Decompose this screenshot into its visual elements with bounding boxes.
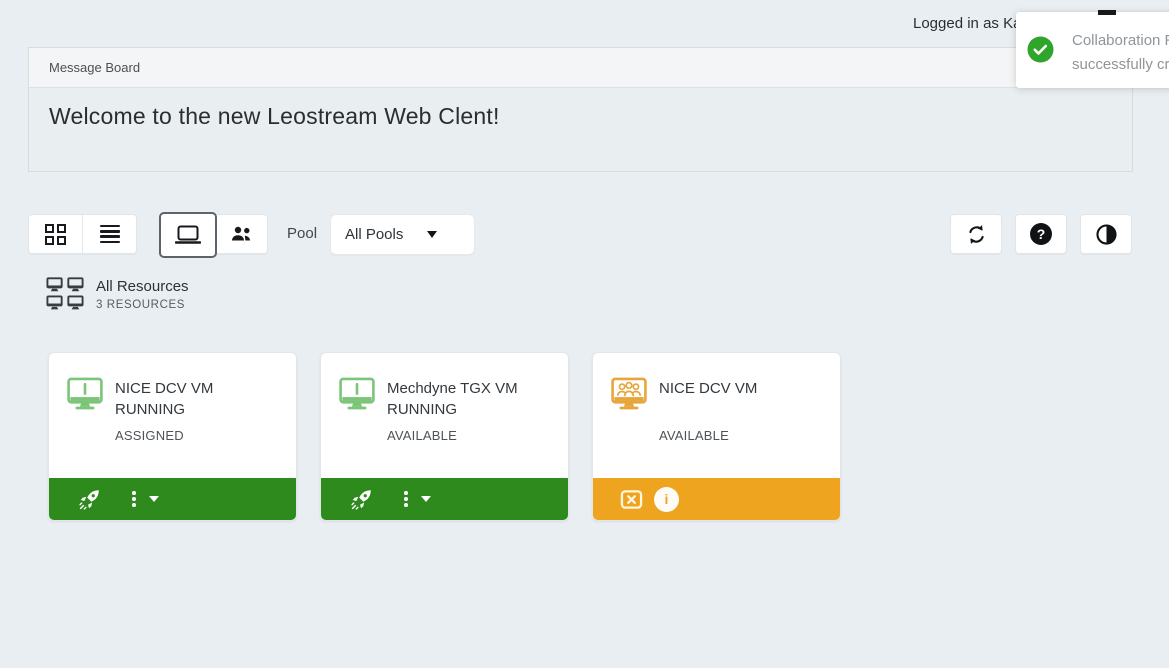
resource-status: AVAILABLE bbox=[387, 428, 518, 443]
resource-type-group bbox=[160, 214, 268, 254]
resource-card-text: NICE DCV VM AVAILABLE bbox=[659, 378, 757, 443]
resource-status: ASSIGNED bbox=[115, 428, 213, 443]
users-view-button[interactable] bbox=[214, 215, 267, 253]
info-icon: i bbox=[665, 491, 669, 507]
toast-notification: Collaboration R successfully cre bbox=[1016, 12, 1169, 88]
people-icon bbox=[229, 225, 253, 243]
grid-icon bbox=[45, 224, 66, 245]
message-board: Message Board Welcome to the new Leostre… bbox=[28, 47, 1133, 172]
monitor-running-icon bbox=[338, 376, 376, 413]
resource-name: Mechdyne TGX VM bbox=[387, 378, 518, 399]
message-board-header: Message Board bbox=[29, 48, 1132, 88]
toolbar: Pool All Pools ? bbox=[0, 213, 1169, 257]
caret-down-icon bbox=[427, 231, 437, 238]
help-button[interactable]: ? bbox=[1015, 214, 1067, 254]
resource-state bbox=[659, 399, 757, 420]
info-button[interactable]: i bbox=[654, 487, 679, 512]
resource-name: NICE DCV VM bbox=[659, 378, 757, 399]
list-view-button[interactable] bbox=[82, 215, 136, 253]
resource-status: AVAILABLE bbox=[659, 428, 757, 443]
welcome-message: Welcome to the new Leostream Web Clent! bbox=[49, 103, 1112, 130]
message-board-body: Welcome to the new Leostream Web Clent! bbox=[29, 88, 1132, 145]
chevron-down-icon bbox=[149, 496, 159, 502]
toast-message-line2: successfully cre bbox=[1072, 56, 1169, 73]
contrast-button[interactable] bbox=[1080, 214, 1132, 254]
view-toggle-group bbox=[28, 214, 137, 254]
help-icon: ? bbox=[1030, 223, 1052, 245]
refresh-button[interactable] bbox=[950, 214, 1002, 254]
resource-card: NICE DCV VM RUNNING ASSIGNED bbox=[48, 352, 297, 521]
resource-card: Mechdyne TGX VM RUNNING AVAILABLE bbox=[320, 352, 569, 521]
list-icon bbox=[100, 225, 120, 244]
vertical-dots-icon bbox=[132, 491, 136, 507]
resource-group-title: All Resources bbox=[96, 278, 189, 295]
card-actions-menu[interactable] bbox=[404, 491, 431, 507]
rocket-icon bbox=[78, 488, 101, 511]
card-actions-menu[interactable] bbox=[132, 491, 159, 507]
resource-state: RUNNING bbox=[387, 399, 518, 420]
desktops-view-button[interactable] bbox=[161, 215, 214, 253]
pool-label: Pool bbox=[287, 225, 317, 242]
launch-button[interactable] bbox=[78, 488, 101, 511]
contrast-icon bbox=[1095, 223, 1118, 246]
all-resources-icon bbox=[46, 276, 84, 313]
resource-card: NICE DCV VM AVAILABLE i bbox=[592, 352, 841, 521]
refresh-icon bbox=[965, 223, 988, 246]
help-glyph: ? bbox=[1037, 226, 1046, 242]
monitor-running-icon bbox=[66, 376, 104, 413]
release-button[interactable] bbox=[620, 488, 643, 511]
resource-card-footer: i bbox=[593, 478, 840, 520]
rocket-icon bbox=[350, 488, 373, 511]
resource-group-header: All Resources 3 RESOURCES bbox=[46, 276, 189, 313]
chevron-down-icon bbox=[421, 496, 431, 502]
monitor-collaboration-icon bbox=[610, 376, 648, 413]
laptop-icon bbox=[175, 225, 201, 245]
resource-card-footer bbox=[321, 478, 568, 520]
x-square-icon bbox=[620, 488, 643, 511]
pool-dropdown[interactable]: All Pools bbox=[330, 214, 475, 255]
success-check-icon bbox=[1027, 36, 1054, 63]
logged-in-text: Logged in as Ka bbox=[913, 15, 1021, 32]
desktops-view-selected[interactable] bbox=[159, 212, 217, 258]
resource-group-text: All Resources 3 RESOURCES bbox=[96, 276, 189, 313]
launch-button[interactable] bbox=[350, 488, 373, 511]
vertical-dots-icon bbox=[404, 491, 408, 507]
toast-message-line1: Collaboration R bbox=[1072, 32, 1169, 49]
resource-group-count: 3 RESOURCES bbox=[96, 299, 189, 311]
resource-card-footer bbox=[49, 478, 296, 520]
message-board-title: Message Board bbox=[49, 60, 140, 75]
grid-view-button[interactable] bbox=[29, 215, 82, 253]
resource-state: RUNNING bbox=[115, 399, 213, 420]
resource-card-text: Mechdyne TGX VM RUNNING AVAILABLE bbox=[387, 378, 518, 443]
resource-name: NICE DCV VM bbox=[115, 378, 213, 399]
pool-selected-value: All Pools bbox=[345, 226, 403, 243]
resource-card-text: NICE DCV VM RUNNING ASSIGNED bbox=[115, 378, 213, 443]
window-dash-icon bbox=[1098, 10, 1116, 15]
